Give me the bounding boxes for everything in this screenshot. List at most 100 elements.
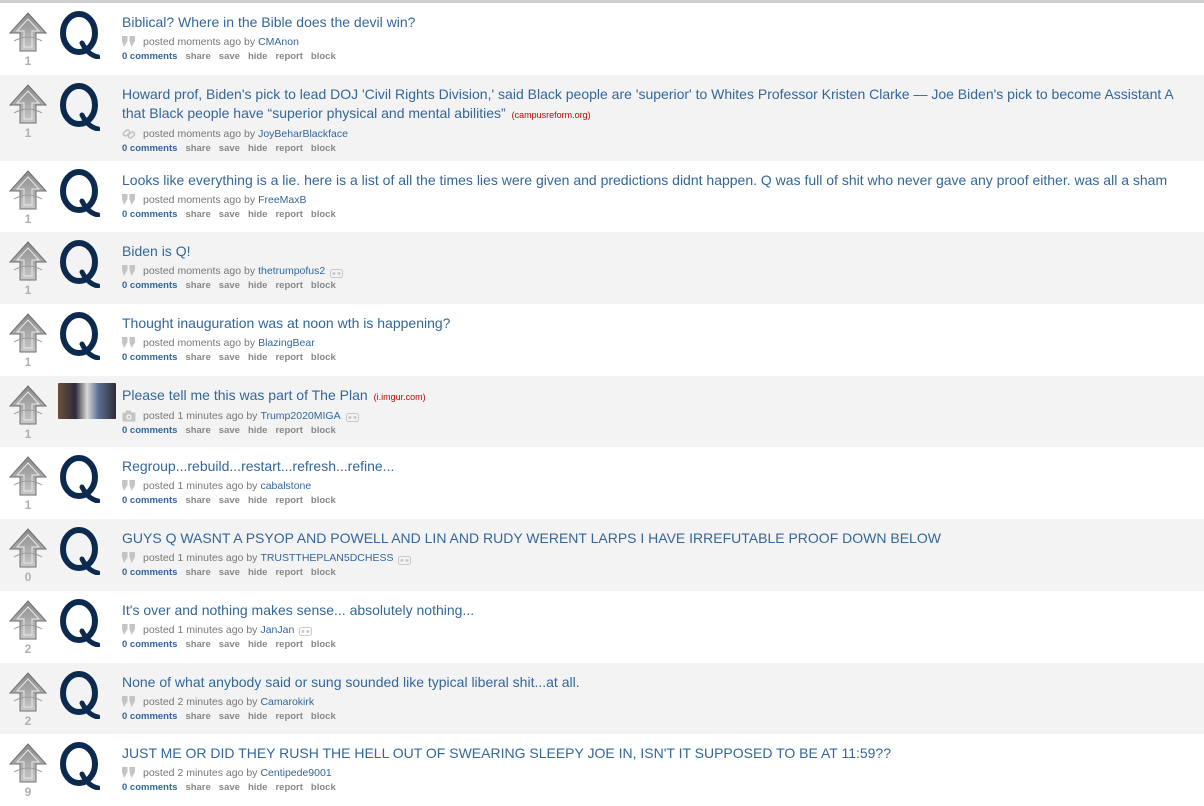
q-logo-thumbnail[interactable] [58, 240, 101, 289]
post-title-link[interactable]: Regroup...rebuild...restart...refresh...… [122, 458, 394, 474]
save-link[interactable]: save [219, 711, 240, 722]
hide-link[interactable]: hide [248, 425, 268, 436]
post-title-link[interactable]: GUYS Q WASNT A PSYOP AND POWELL AND LIN … [122, 530, 941, 546]
block-link[interactable]: block [311, 639, 336, 650]
q-logo-thumbnail[interactable] [58, 598, 101, 648]
share-link[interactable]: share [185, 495, 210, 506]
comments-link[interactable]: 0 comments [122, 280, 177, 291]
post-author-link[interactable]: thetrumpofus2 [258, 263, 325, 279]
save-link[interactable]: save [219, 495, 240, 506]
post-title-link[interactable]: Looks like everything is a lie. here is … [122, 172, 1167, 188]
share-link[interactable]: share [185, 209, 210, 220]
post-title-link[interactable]: Biden is Q! [122, 243, 190, 259]
upvote-arrow-icon[interactable] [8, 742, 48, 784]
report-link[interactable]: report [275, 711, 302, 722]
report-link[interactable]: report [275, 782, 302, 793]
share-link[interactable]: share [185, 280, 210, 291]
upvote-arrow-icon[interactable] [8, 384, 48, 426]
save-link[interactable]: save [219, 639, 240, 650]
comments-link[interactable]: 0 comments [122, 711, 177, 722]
post-title-link[interactable]: It's over and nothing makes sense... abs… [122, 602, 474, 618]
hide-link[interactable]: hide [248, 143, 268, 154]
post-author-link[interactable]: JanJan [260, 622, 294, 638]
share-link[interactable]: share [185, 51, 210, 62]
post-title-link[interactable]: Howard prof, Biden's pick to lead DOJ 'C… [122, 86, 1174, 102]
q-logo-thumbnail[interactable] [58, 11, 101, 60]
block-link[interactable]: block [311, 782, 336, 793]
save-link[interactable]: save [219, 280, 240, 291]
post-title-link[interactable]: JUST ME OR DID THEY RUSH THE HELL OUT OF… [122, 745, 891, 761]
upvote-arrow-icon[interactable] [8, 599, 48, 641]
post-author-link[interactable]: FreeMaxB [258, 192, 306, 208]
hide-link[interactable]: hide [248, 495, 268, 506]
share-link[interactable]: share [185, 143, 210, 154]
save-link[interactable]: save [219, 209, 240, 220]
upvote-arrow-icon[interactable] [8, 527, 48, 569]
comments-link[interactable]: 0 comments [122, 782, 177, 793]
hide-link[interactable]: hide [248, 567, 268, 578]
upvote-arrow-icon[interactable] [8, 671, 48, 713]
report-link[interactable]: report [275, 352, 302, 363]
post-author-link[interactable]: JoyBeharBlackface [258, 126, 348, 142]
hide-link[interactable]: hide [248, 639, 268, 650]
comments-link[interactable]: 0 comments [122, 567, 177, 578]
save-link[interactable]: save [219, 782, 240, 793]
post-author-link[interactable]: Camarokirk [260, 694, 314, 710]
upvote-arrow-icon[interactable] [8, 240, 48, 282]
post-author-link[interactable]: BlazingBear [258, 335, 315, 351]
post-title-link[interactable]: Biblical? Where in the Bible does the de… [122, 14, 415, 30]
post-title-continued[interactable]: that Black people have “superior physica… [122, 105, 506, 121]
upvote-arrow-icon[interactable] [8, 312, 48, 354]
post-author-link[interactable]: TRUSTTHEPLAN5DCHESS [260, 550, 393, 566]
upvote-arrow-icon[interactable] [8, 169, 48, 211]
q-logo-thumbnail[interactable] [58, 168, 101, 218]
comments-link[interactable]: 0 comments [122, 209, 177, 220]
report-link[interactable]: report [275, 143, 302, 154]
share-link[interactable]: share [185, 352, 210, 363]
upvote-arrow-icon[interactable] [8, 11, 48, 53]
upvote-arrow-icon[interactable] [8, 83, 48, 125]
hide-link[interactable]: hide [248, 782, 268, 793]
hide-link[interactable]: hide [248, 352, 268, 363]
comments-link[interactable]: 0 comments [122, 143, 177, 154]
hide-link[interactable]: hide [248, 711, 268, 722]
report-link[interactable]: report [275, 51, 302, 62]
comments-link[interactable]: 0 comments [122, 495, 177, 506]
post-author-link[interactable]: Trump2020MIGA [260, 408, 340, 424]
comments-link[interactable]: 0 comments [122, 352, 177, 363]
upvote-arrow-icon[interactable] [8, 455, 48, 497]
report-link[interactable]: report [275, 280, 302, 291]
q-logo-thumbnail[interactable] [58, 455, 101, 504]
share-link[interactable]: share [185, 711, 210, 722]
report-link[interactable]: report [275, 639, 302, 650]
q-logo-thumbnail[interactable] [58, 670, 101, 719]
comments-link[interactable]: 0 comments [122, 425, 177, 436]
post-title-link[interactable]: Thought inauguration was at noon wth is … [122, 315, 450, 331]
report-link[interactable]: report [275, 495, 302, 506]
block-link[interactable]: block [311, 352, 336, 363]
block-link[interactable]: block [311, 143, 336, 154]
q-logo-thumbnail[interactable] [58, 312, 101, 361]
post-author-link[interactable]: cabalstone [260, 478, 311, 494]
post-title-link[interactable]: None of what anybody said or sung sounde… [122, 674, 580, 690]
post-title-link[interactable]: Please tell me this was part of The Plan [122, 387, 368, 403]
comments-link[interactable]: 0 comments [122, 639, 177, 650]
post-thumbnail-photo[interactable] [58, 382, 116, 419]
comments-link[interactable]: 0 comments [122, 51, 177, 62]
q-logo-thumbnail[interactable] [58, 82, 101, 132]
report-link[interactable]: report [275, 425, 302, 436]
post-domain[interactable]: (i.imgur.com) [374, 392, 426, 402]
q-logo-thumbnail[interactable] [58, 527, 101, 576]
save-link[interactable]: save [219, 352, 240, 363]
share-link[interactable]: share [185, 782, 210, 793]
post-domain[interactable]: (campusreform.org) [512, 110, 591, 120]
block-link[interactable]: block [311, 51, 336, 62]
save-link[interactable]: save [219, 567, 240, 578]
save-link[interactable]: save [219, 143, 240, 154]
block-link[interactable]: block [311, 711, 336, 722]
report-link[interactable]: report [275, 209, 302, 220]
share-link[interactable]: share [185, 567, 210, 578]
block-link[interactable]: block [311, 280, 336, 291]
save-link[interactable]: save [219, 51, 240, 62]
block-link[interactable]: block [311, 209, 336, 220]
